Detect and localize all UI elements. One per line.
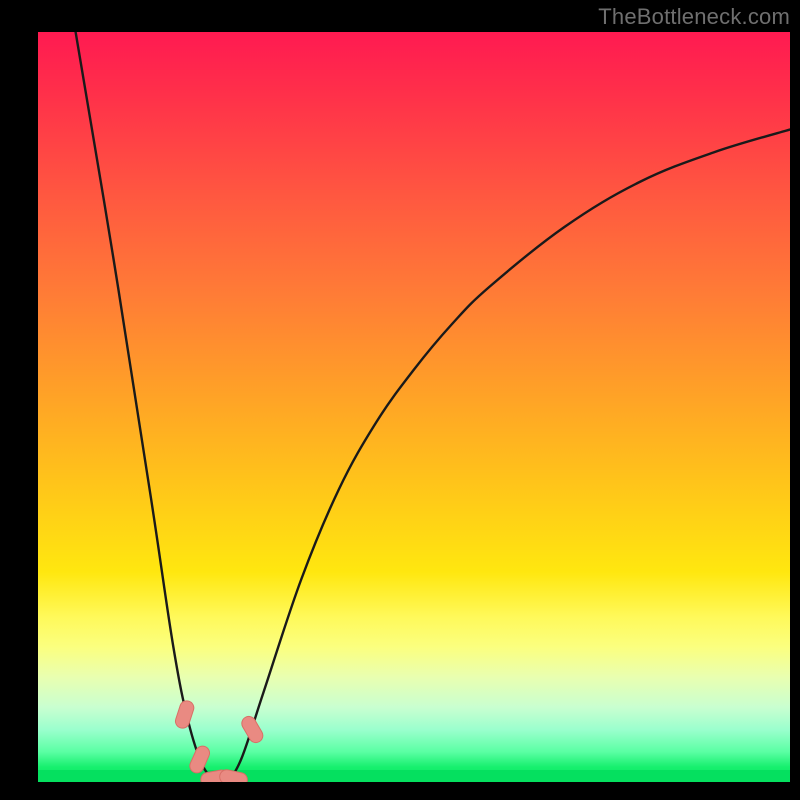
marker-bottom-right xyxy=(218,768,248,782)
marker-left-lower xyxy=(188,744,212,775)
marker-right xyxy=(239,714,265,745)
chart-frame: TheBottleneck.com xyxy=(0,0,800,800)
plot-area xyxy=(38,32,790,782)
watermark-text: TheBottleneck.com xyxy=(598,4,790,30)
bottleneck-curve xyxy=(76,32,790,782)
curve-layer xyxy=(38,32,790,782)
marker-left-upper xyxy=(174,699,196,730)
